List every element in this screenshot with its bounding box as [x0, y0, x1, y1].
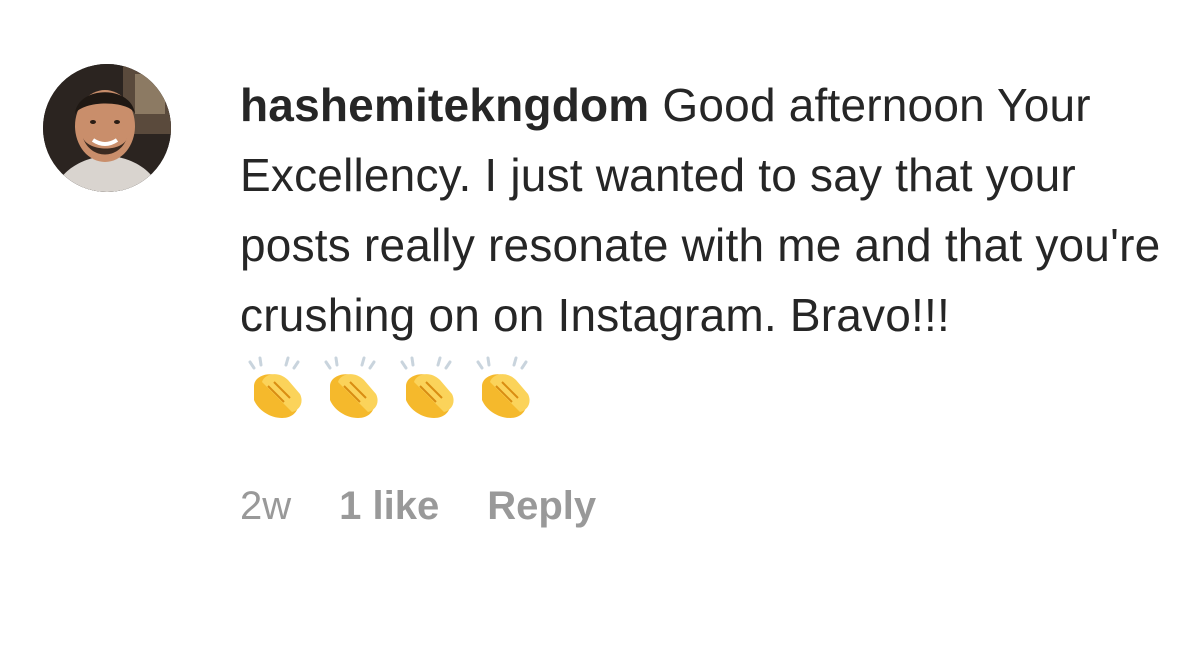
comment-timestamp: 2w	[240, 484, 292, 528]
reply-button[interactable]: Reply	[487, 484, 596, 529]
comment: hashemitekngdom Good afternoon Your Exce…	[0, 0, 1200, 657]
comment-meta: 2w 1 like Reply	[240, 484, 1170, 529]
avatar[interactable]	[43, 64, 171, 192]
username-link[interactable]: hashemitekngdom	[240, 79, 649, 131]
clapping-hands-icon	[248, 356, 302, 418]
comment-text: hashemitekngdom Good afternoon Your Exce…	[240, 70, 1170, 350]
clapping-hands-icon	[476, 356, 530, 418]
likes-count-button[interactable]: 1 like	[339, 484, 439, 529]
clapping-hands-icon	[400, 356, 454, 418]
clapping-hands-icon	[324, 356, 378, 418]
emoji-row	[240, 352, 1170, 426]
user-photo-icon	[43, 64, 171, 192]
comment-body: hashemitekngdom Good afternoon Your Exce…	[240, 70, 1170, 529]
